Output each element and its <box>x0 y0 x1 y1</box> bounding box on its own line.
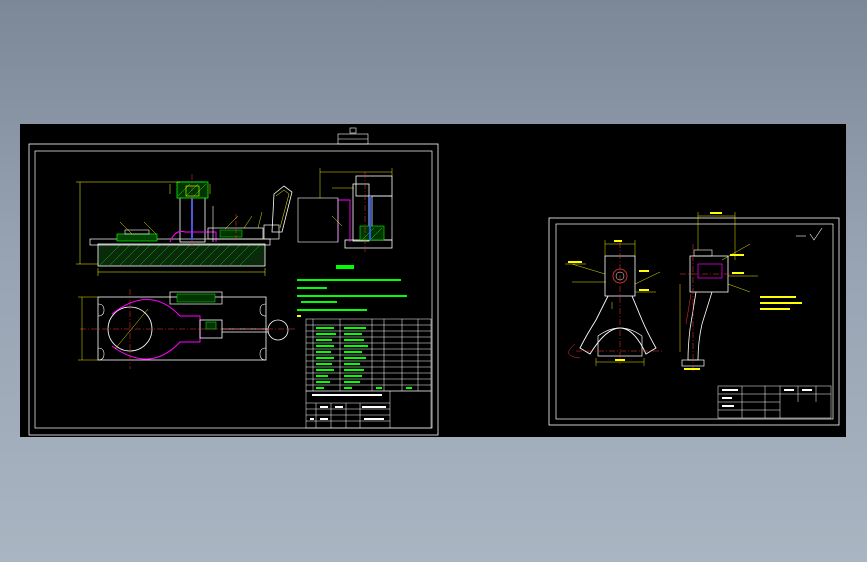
plan-slot-left <box>97 303 105 317</box>
locating-block <box>116 233 158 242</box>
title-block-text <box>310 394 386 420</box>
part-notes <box>760 296 802 310</box>
assembly-inner-border <box>34 150 433 429</box>
fork-side-view <box>679 212 758 372</box>
side-workpiece <box>337 199 351 242</box>
cad-drawing-svg <box>28 127 840 436</box>
side-dimensions <box>679 212 758 352</box>
note-lines <box>297 279 407 317</box>
fork-dimensions <box>565 240 661 366</box>
title-block <box>305 390 432 429</box>
front-elevation <box>76 174 293 276</box>
slide-block-hatched <box>219 229 243 238</box>
side-arm <box>687 291 713 361</box>
side-elevation <box>297 168 393 252</box>
drawing-number-tag <box>337 127 369 145</box>
assembly-outer-border <box>28 143 439 436</box>
plan-handwheel <box>267 319 289 341</box>
part-title-text <box>722 389 812 407</box>
plan-view <box>78 289 295 369</box>
fork-dim-labels <box>568 240 649 361</box>
fork-front-view <box>565 240 664 366</box>
part-sheet <box>548 212 840 426</box>
note-title-mark <box>336 265 354 269</box>
parts-list-cell-text <box>316 327 412 389</box>
column-cap <box>176 181 209 199</box>
side-head <box>355 175 393 197</box>
parts-list-table <box>305 318 432 392</box>
roughness-symbol-icon <box>796 227 823 241</box>
side-hub-flange <box>693 249 713 257</box>
assembly-sheet <box>28 127 439 436</box>
technical-requirements <box>297 265 407 317</box>
plan-slot-right <box>259 303 267 317</box>
cad-drawing-canvas[interactable] <box>20 124 846 437</box>
fork-arms <box>579 295 657 355</box>
